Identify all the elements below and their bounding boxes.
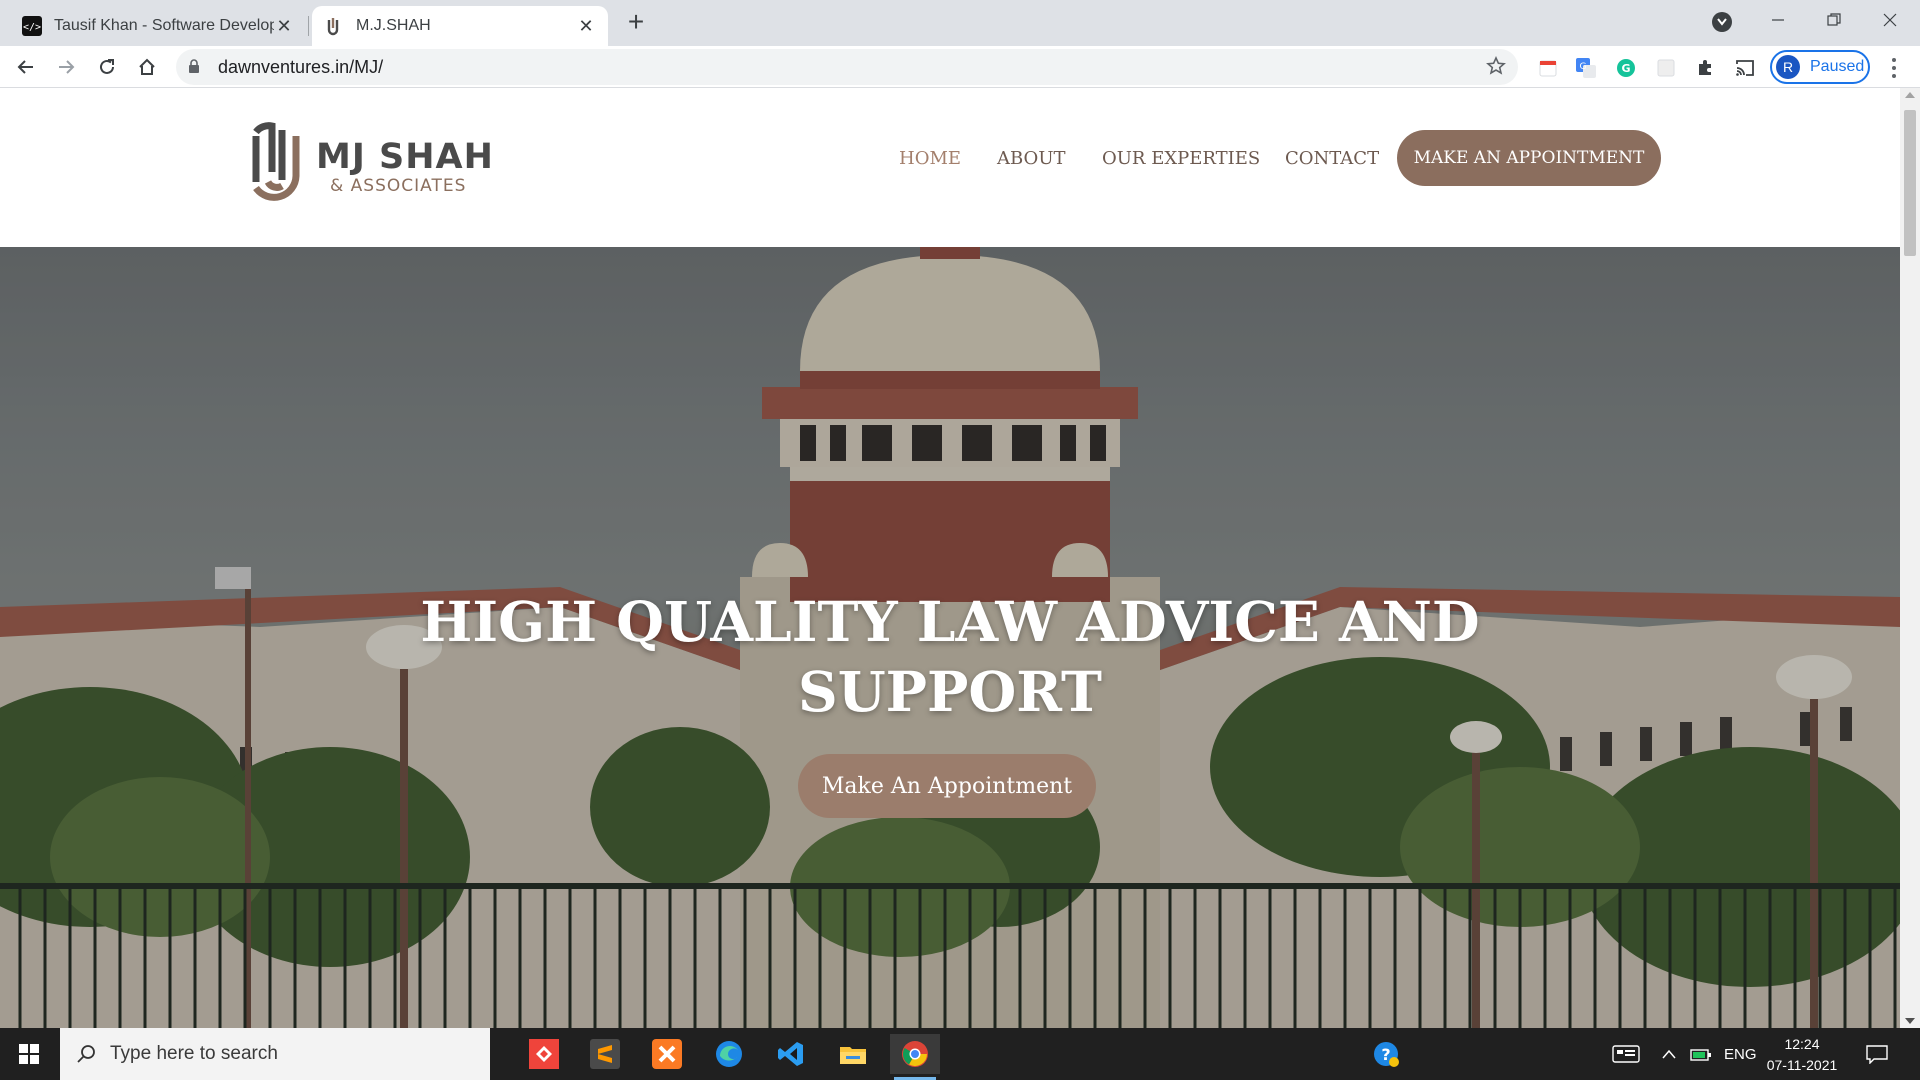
page-viewport: MJ SHAH & ASSOCIATES HOME ABOUT OUR EXPE… <box>0 88 1920 1028</box>
search-placeholder: Type here to search <box>110 1043 278 1064</box>
cast-icon[interactable] <box>1733 56 1757 80</box>
site-header: MJ SHAH & ASSOCIATES HOME ABOUT OUR EXPE… <box>0 88 1900 247</box>
profile-paused-button[interactable]: R Paused <box>1770 50 1870 84</box>
translate-extension-icon[interactable]: G <box>1574 56 1598 80</box>
close-tab-icon[interactable]: ✕ <box>576 16 596 36</box>
hero-appointment-button[interactable]: Make An Appointment <box>798 754 1096 818</box>
code-favicon-icon: </> <box>22 16 42 36</box>
language-indicator[interactable]: ENG <box>1724 1028 1757 1080</box>
url-text: dawnventures.in/MJ/ <box>218 57 384 77</box>
page-scrollbar[interactable] <box>1900 88 1920 1028</box>
taskbar-clock[interactable]: 12:24 07-11-2021 <box>1762 1034 1842 1076</box>
browser-toolbar: dawnventures.in/MJ/ G G R Paused <box>0 46 1920 88</box>
keyboard-icon[interactable] <box>1612 1028 1640 1080</box>
lock-icon[interactable] <box>188 59 200 79</box>
address-bar[interactable]: dawnventures.in/MJ/ <box>176 49 1518 85</box>
clock-date: 07-11-2021 <box>1766 1057 1838 1073</box>
svg-text:G: G <box>1621 62 1630 75</box>
close-tab-icon[interactable]: ✕ <box>274 16 294 36</box>
home-icon[interactable] <box>131 51 163 83</box>
tab-divider <box>308 16 309 36</box>
battery-icon[interactable] <box>1690 1028 1712 1080</box>
bookmark-star-icon[interactable] <box>1486 56 1506 81</box>
tab-title: M.J.SHAH <box>356 17 431 34</box>
windows-taskbar: Type here to search ? ENG 12:24 07-11-20… <box>0 1028 1920 1080</box>
search-icon <box>77 1045 95 1063</box>
reload-icon[interactable] <box>91 51 123 83</box>
forward-icon[interactable] <box>50 51 82 83</box>
vscode-icon[interactable] <box>766 1034 816 1074</box>
nav-home[interactable]: HOME <box>899 148 961 169</box>
nav-our-experties[interactable]: OUR EXPERTIES <box>1102 148 1260 169</box>
show-hidden-icons-icon[interactable] <box>1662 1028 1676 1080</box>
file-explorer-icon[interactable] <box>828 1034 878 1074</box>
svg-text:G: G <box>1580 62 1587 72</box>
blank-extension-icon[interactable] <box>1654 56 1678 80</box>
tab-title: Tausif Khan - Software Developer <box>54 17 274 34</box>
edge-icon[interactable] <box>704 1034 754 1074</box>
paused-label: Paused <box>1810 58 1865 75</box>
nav-contact[interactable]: CONTACT <box>1285 148 1379 169</box>
xampp-icon[interactable] <box>642 1034 692 1074</box>
main-nav: HOME ABOUT OUR EXPERTIES CONTACT MAKE AN… <box>0 88 1900 247</box>
chrome-menu-icon[interactable] <box>1884 56 1904 80</box>
restore-icon[interactable] <box>1806 0 1862 40</box>
back-icon[interactable] <box>10 51 42 83</box>
grammarly-extension-icon[interactable]: G <box>1614 56 1638 80</box>
nav-appointment-button[interactable]: MAKE AN APPOINTMENT <box>1397 130 1661 186</box>
scroll-down-icon[interactable] <box>1905 1018 1915 1024</box>
avatar: R <box>1776 55 1800 79</box>
minimize-icon[interactable] <box>1750 0 1806 40</box>
tab-search-icon[interactable] <box>1712 12 1732 32</box>
close-window-icon[interactable] <box>1862 0 1918 40</box>
browser-tab-strip: </> Tausif Khan - Software Developer ✕ M… <box>0 0 1920 46</box>
taskbar-search-input[interactable]: Type here to search <box>60 1028 490 1080</box>
scroll-up-icon[interactable] <box>1905 92 1915 98</box>
extensions-puzzle-icon[interactable] <box>1693 56 1717 80</box>
new-tab-icon[interactable]: + <box>622 8 650 37</box>
sublime-text-icon[interactable] <box>580 1034 630 1074</box>
help-icon[interactable]: ? <box>1372 1028 1400 1080</box>
chrome-icon[interactable] <box>890 1034 940 1080</box>
notifications-icon[interactable] <box>1866 1028 1888 1080</box>
hero-section: HIGH QUALITY LAW ADVICE AND SUPPORT Make… <box>0 247 1900 1028</box>
hero-title: HIGH QUALITY LAW ADVICE AND SUPPORT <box>420 589 1480 724</box>
calendar-extension-icon[interactable] <box>1536 56 1560 80</box>
windows-start-icon[interactable] <box>0 1028 58 1080</box>
scrollbar-thumb[interactable] <box>1904 110 1916 256</box>
browser-tab-tausif[interactable]: </> Tausif Khan - Software Developer ✕ <box>10 6 306 46</box>
anydesk-icon[interactable] <box>519 1034 569 1074</box>
svg-text:</>: </> <box>23 22 41 33</box>
mjshah-favicon-icon <box>324 16 344 36</box>
nav-about[interactable]: ABOUT <box>997 148 1066 169</box>
clock-time: 12:24 <box>1784 1036 1820 1052</box>
browser-tab-mjshah[interactable]: M.J.SHAH ✕ <box>312 6 608 46</box>
